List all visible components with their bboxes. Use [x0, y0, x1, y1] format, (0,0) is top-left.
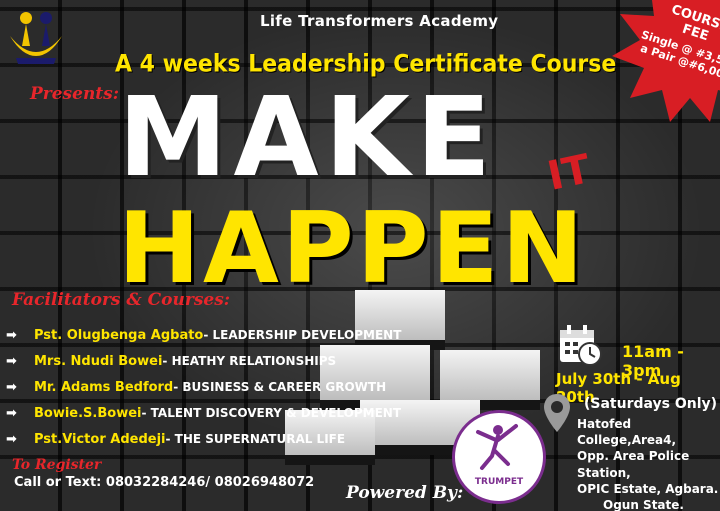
course-name: - TALENT DISCOVERY & DEVELOPMENT [141, 406, 402, 420]
list-item: ➡ Bowie.S.Bowei - TALENT DISCOVERY & DEVEL… [6, 400, 401, 426]
trumpet-logo: TRUMPET [452, 410, 546, 504]
arrow-icon: ➡ [6, 327, 17, 343]
course-fee-badge: COURSE FEE Single @ #3,500 a Pair @#6,00… [610, 0, 720, 130]
course-name: - LEADERSHIP DEVELOPMENT [203, 328, 402, 342]
facilitator-name: Mr. Adams Bedford [34, 379, 174, 395]
venue-line: Opp. Area Police Station, [577, 449, 690, 480]
facilitator-name: Mrs. Ndudi Bowei [34, 353, 163, 369]
venue-address: Hatofed College,Area4, Opp. Area Police … [577, 416, 720, 511]
organization-name: Life Transformers Academy [260, 12, 499, 30]
event-flyer: Life Transformers Academy A 4 weeks Lead… [0, 0, 720, 511]
title-make: MAKE [118, 73, 497, 201]
title-happen: HAPPEN [118, 192, 587, 306]
presents-label: Presents: [30, 84, 120, 104]
facilitator-name: Bowie.S.Bowei [34, 405, 142, 421]
facilitator-name: Pst. Olugbenga Agbato [34, 327, 204, 343]
course-name: - THE SUPERNATURAL LIFE [165, 432, 346, 446]
venue-line: Hatofed College,Area4, [577, 417, 677, 448]
register-contact: Call or Text: 08032284246/ 08026948072 [14, 475, 315, 490]
sponsor-name: TRUMPET [474, 477, 524, 487]
facilitator-name: Pst.Victor Adedeji [34, 431, 166, 447]
calendar-clock-icon [560, 325, 602, 366]
course-name: - BUSINESS & CAREER GROWTH [173, 380, 387, 394]
facilitators-heading: Facilitators & Courses: [12, 290, 231, 310]
venue-line: Ogun State. [603, 497, 684, 511]
register-heading: To Register [12, 457, 102, 473]
event-days-note: (Saturdays Only) [584, 396, 718, 412]
arrow-icon: ➡ [6, 405, 17, 421]
arrow-icon: ➡ [6, 379, 17, 395]
academy-logo [10, 12, 62, 64]
arrow-icon: ➡ [6, 431, 17, 447]
list-item: ➡ Mr. Adams Bedford - BUSINESS & CAREER GR… [6, 374, 401, 400]
course-name: - HEATHY RELATIONSHIPS [162, 354, 337, 368]
facilitator-list: ➡ Pst. Olugbenga Agbato - LEADERSHIP DEVEL… [6, 322, 401, 452]
location-pin-icon [544, 394, 570, 432]
arrow-icon: ➡ [6, 353, 17, 369]
venue-line: OPIC Estate, Agbara. [577, 481, 719, 496]
list-item: ➡ Pst. Olugbenga Agbato - LEADERSHIP DEVEL… [6, 322, 401, 348]
powered-by-label: Powered By: [346, 483, 464, 503]
list-item: ➡ Mrs. Ndudi Bowei - HEATHY RELATIONSHIPS [6, 348, 401, 374]
list-item: ➡ Pst.Victor Adedeji - THE SUPERNATURAL LI… [6, 426, 401, 452]
